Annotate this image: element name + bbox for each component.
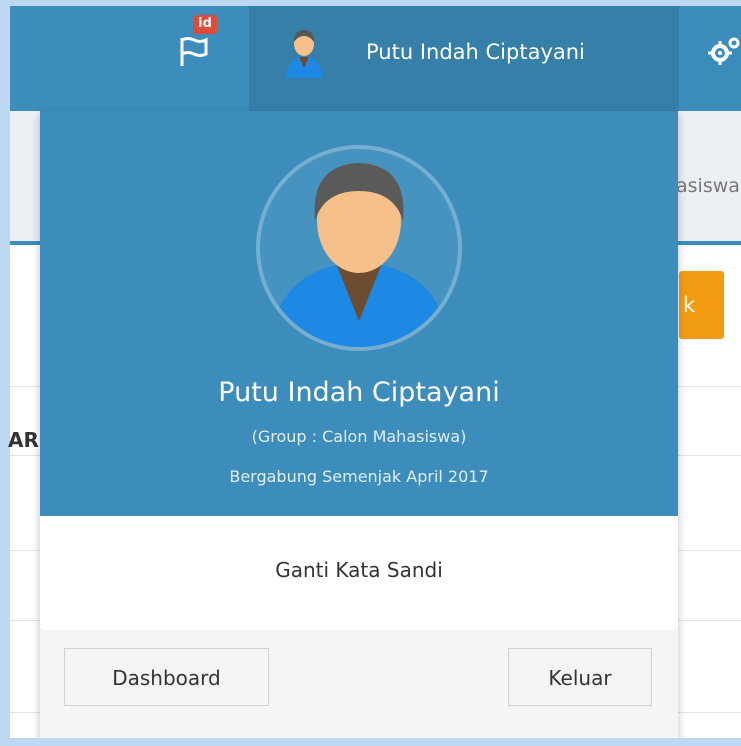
window-frame-left	[0, 0, 10, 746]
change-password-link[interactable]: Ganti Kata Sandi	[40, 558, 678, 582]
table-column-header: AR	[8, 428, 39, 452]
settings-gear-icon[interactable]	[708, 36, 741, 66]
language-badge: id	[193, 15, 217, 34]
navbar-user-name[interactable]: Putu Indah Ciptayani	[366, 40, 585, 64]
member-since: Bergabung Semenjak April 2017	[229, 467, 489, 486]
user-dropdown-menu: Putu Indah Ciptayani (Group : Calon Maha…	[40, 111, 678, 746]
breadcrumb-fragment[interactable]: asiswa	[676, 175, 740, 197]
profile-group: (Group : Calon Mahasiswa)	[251, 427, 467, 446]
profile-name: Putu Indah Ciptayani	[218, 377, 500, 408]
dashboard-button[interactable]: Dashboard	[64, 648, 269, 706]
user-header: Putu Indah Ciptayani (Group : Calon Maha…	[40, 111, 678, 516]
window-frame-bottom	[0, 738, 741, 746]
language-flag-icon[interactable]	[178, 28, 214, 68]
logout-button[interactable]: Keluar	[508, 648, 652, 706]
user-footer: Dashboard Keluar	[40, 630, 678, 746]
user-avatar-icon[interactable]	[283, 28, 325, 78]
user-body: Ganti Kata Sandi	[40, 516, 678, 631]
orange-action-button[interactable]: k	[679, 271, 724, 339]
profile-avatar-icon	[256, 145, 462, 351]
